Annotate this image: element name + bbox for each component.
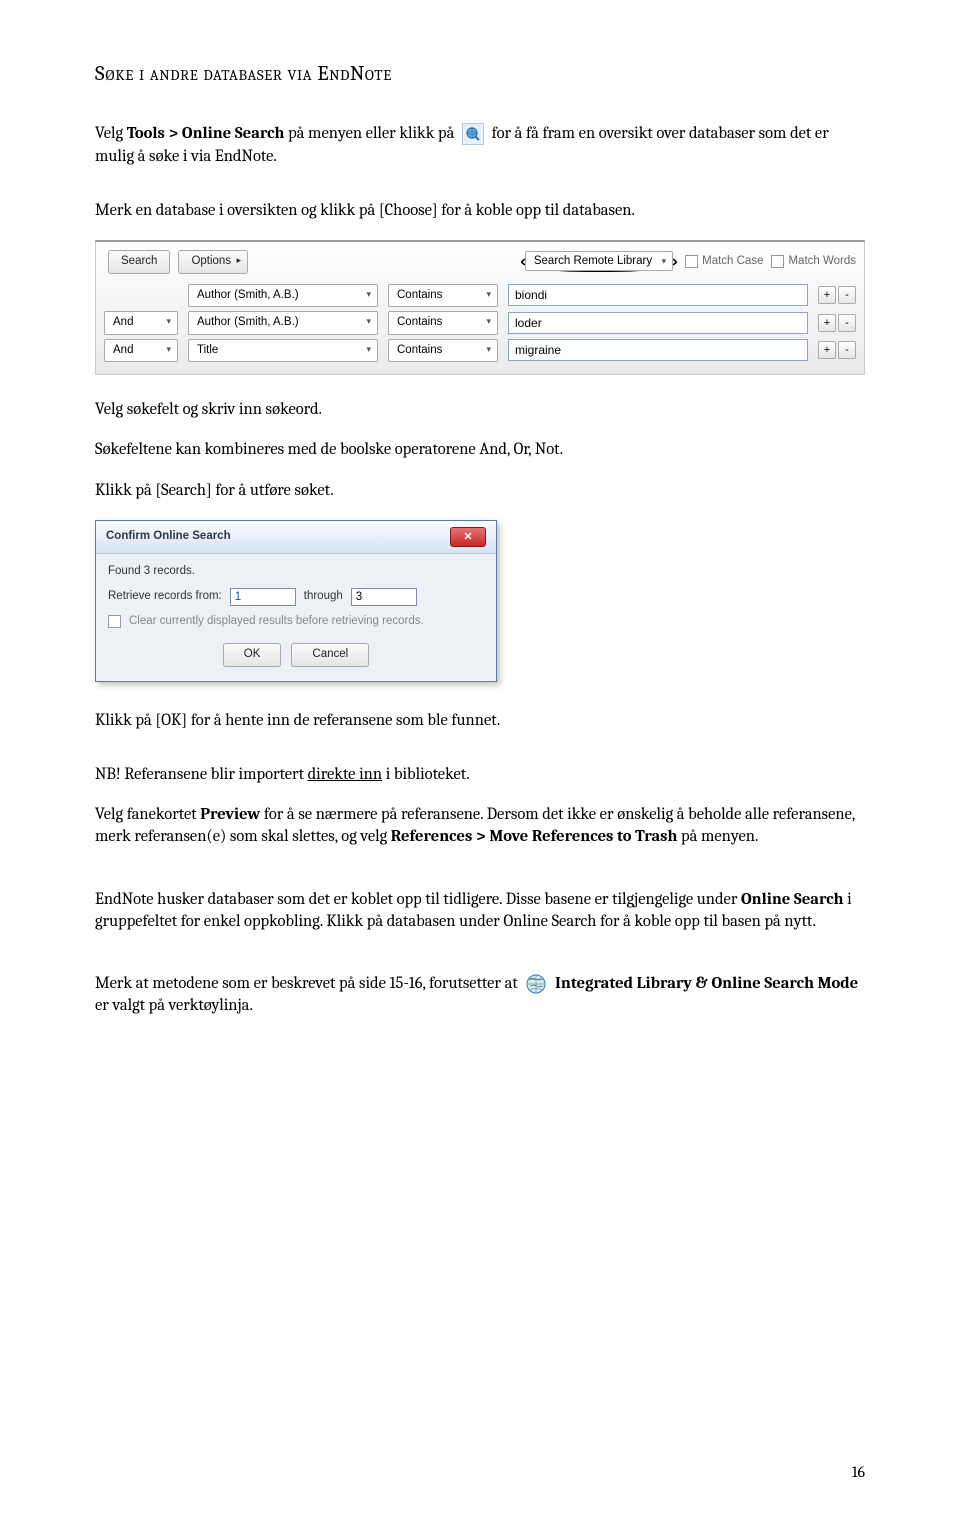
text: EndNote husker databaser som det er kobl… xyxy=(95,890,741,909)
search-row: Author (Smith, A.B.) Contains +- xyxy=(104,284,856,308)
text: NB! Referansene blir importert xyxy=(95,765,308,784)
close-icon[interactable]: ✕ xyxy=(450,527,486,547)
tab-name: Preview xyxy=(200,805,260,824)
underlined-text: direkte inn xyxy=(308,765,382,784)
text: Merk at metodene som er beskrevet på sid… xyxy=(95,974,521,993)
search-term-input[interactable] xyxy=(508,284,808,306)
ok-button[interactable]: OK xyxy=(223,643,282,667)
cancel-button[interactable]: Cancel xyxy=(291,643,369,667)
field-dropdown[interactable]: Author (Smith, A.B.) xyxy=(188,284,378,308)
paragraph: Søkefeltene kan kombineres med de boolsk… xyxy=(95,439,865,461)
from-input[interactable] xyxy=(230,588,296,606)
paragraph: Merk at metodene som er beskrevet på sid… xyxy=(95,973,865,1018)
remove-row-button[interactable]: - xyxy=(838,314,856,332)
page-title: Søke i andre databaser via EndNote xyxy=(95,60,865,88)
paragraph: Klikk på [OK] for å hente inn de referan… xyxy=(95,710,865,732)
search-target-dropdown[interactable]: Search Remote Library xyxy=(525,251,673,271)
paragraph: EndNote husker databaser som det er kobl… xyxy=(95,889,865,934)
checkbox-label: Match Case xyxy=(702,254,763,270)
through-input[interactable] xyxy=(351,588,417,606)
operator-dropdown[interactable]: Contains xyxy=(388,284,498,308)
online-search-icon xyxy=(462,123,484,145)
match-case-checkbox[interactable]: Match Case xyxy=(685,254,763,270)
text: i biblioteket. xyxy=(382,765,470,784)
text: er valgt på verktøylinja. xyxy=(95,996,253,1015)
paragraph: NB! Referansene blir importert direkte i… xyxy=(95,764,865,786)
match-words-checkbox[interactable]: Match Words xyxy=(771,254,856,270)
field-dropdown[interactable]: Author (Smith, A.B.) xyxy=(188,311,378,335)
text: Velg xyxy=(95,124,127,143)
operator-dropdown[interactable]: Contains xyxy=(388,339,498,363)
search-panel-figure: Search Options Search Remote Library Mat… xyxy=(95,240,865,375)
search-row: And Title Contains +- xyxy=(104,339,856,363)
confirm-dialog-figure: Confirm Online Search ✕ Found 3 records.… xyxy=(95,520,497,682)
dialog-title: Confirm Online Search xyxy=(106,529,231,545)
through-label: through xyxy=(304,589,343,605)
bool-dropdown[interactable]: And xyxy=(104,339,178,363)
text: på menyen. xyxy=(677,827,758,846)
menu-path: Tools > Online Search xyxy=(127,124,285,143)
mode-icon xyxy=(525,973,547,995)
search-row: And Author (Smith, A.B.) Contains +- xyxy=(104,311,856,335)
clear-results-checkbox[interactable]: Clear currently displayed results before… xyxy=(108,614,484,630)
page-number: 16 xyxy=(852,1462,865,1484)
paragraph: Velg Tools > Online Search på menyen ell… xyxy=(95,123,865,168)
bool-dropdown[interactable]: And xyxy=(104,311,178,335)
paragraph: Merk en database i oversikten og klikk p… xyxy=(95,200,865,222)
checkbox-label: Clear currently displayed results before… xyxy=(129,614,424,630)
text: på menyen eller klikk på xyxy=(284,124,458,143)
add-row-button[interactable]: + xyxy=(818,314,836,332)
paragraph: Klikk på [Search] for å utføre søket. xyxy=(95,480,865,502)
paragraph: Velg fanekortet Preview for å se nærmere… xyxy=(95,804,865,849)
feature-name: Online Search xyxy=(741,890,844,909)
mode-name: Integrated Library & Online Search Mode xyxy=(551,974,858,993)
add-row-button[interactable]: + xyxy=(818,286,836,304)
field-dropdown[interactable]: Title xyxy=(188,339,378,363)
checkbox-label: Match Words xyxy=(788,254,856,270)
paragraph: Velg søkefelt og skriv inn søkeord. xyxy=(95,399,865,421)
remove-row-button[interactable]: - xyxy=(838,341,856,359)
remove-row-button[interactable]: - xyxy=(838,286,856,304)
search-button[interactable]: Search xyxy=(108,250,170,274)
text: Velg fanekortet xyxy=(95,805,200,824)
search-term-input[interactable] xyxy=(508,339,808,361)
retrieve-label: Retrieve records from: xyxy=(108,589,222,605)
search-term-input[interactable] xyxy=(508,312,808,334)
options-button[interactable]: Options xyxy=(178,250,248,274)
menu-path: References > Move References to Trash xyxy=(391,827,678,846)
found-records-text: Found 3 records. xyxy=(108,564,484,580)
add-row-button[interactable]: + xyxy=(818,341,836,359)
operator-dropdown[interactable]: Contains xyxy=(388,311,498,335)
